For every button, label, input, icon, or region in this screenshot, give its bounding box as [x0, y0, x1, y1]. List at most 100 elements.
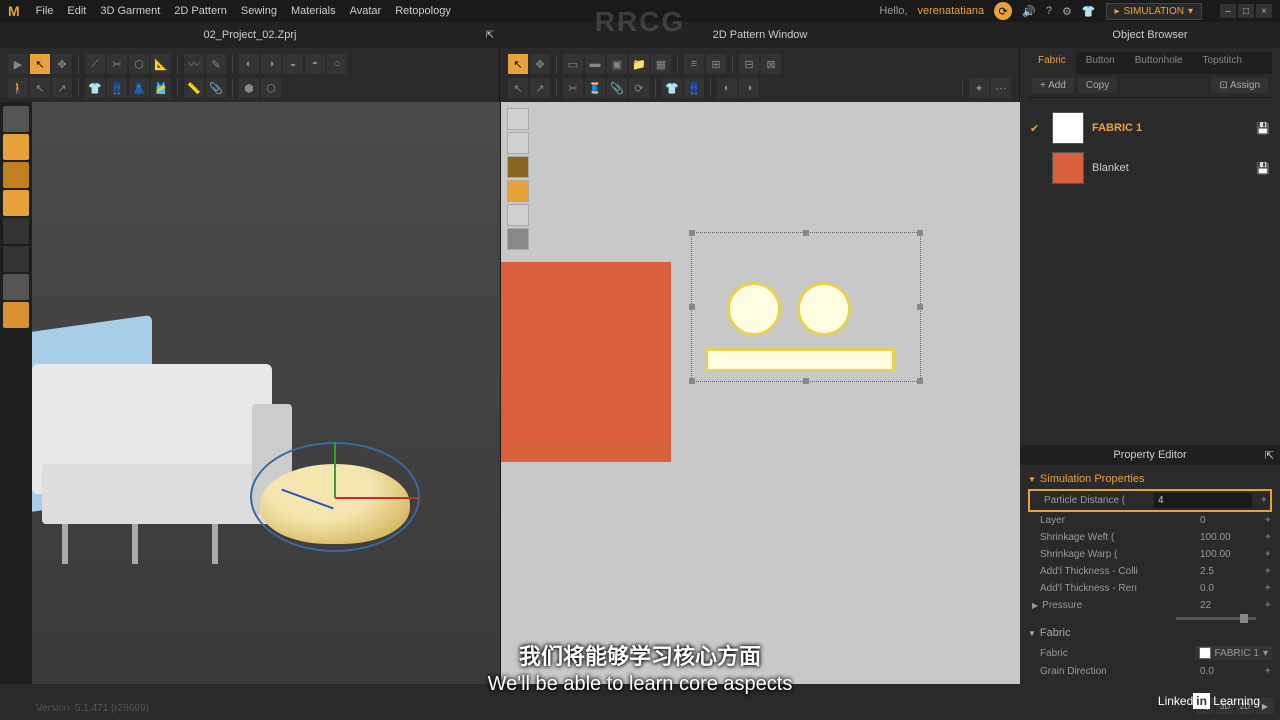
tool-icon[interactable]: [507, 156, 529, 178]
fabric-swatch[interactable]: [1052, 112, 1084, 144]
tool-icon[interactable]: 📐: [151, 54, 171, 74]
fabric-swatch[interactable]: [1052, 152, 1084, 184]
tool-icon[interactable]: ✥: [530, 54, 550, 74]
tool-folder-icon[interactable]: 📁: [629, 54, 649, 74]
minimize-button[interactable]: –: [1220, 4, 1236, 18]
tool-icon[interactable]: ▦: [651, 54, 671, 74]
prop-value[interactable]: 22: [1196, 600, 1256, 611]
tab-button[interactable]: Button: [1076, 52, 1125, 74]
menu-2d-pattern[interactable]: 2D Pattern: [174, 5, 227, 17]
viewport-2d[interactable]: [500, 102, 1020, 684]
tool-icon[interactable]: ✂: [563, 78, 583, 98]
tool-icon[interactable]: [507, 228, 529, 250]
section-fabric[interactable]: ▼Fabric: [1028, 623, 1272, 643]
tab-object-browser[interactable]: Object Browser: [1020, 22, 1280, 48]
menu-3d-garment[interactable]: 3D Garment: [100, 5, 160, 17]
maximize-button[interactable]: □: [1238, 4, 1254, 18]
tool-icon[interactable]: 🎽: [151, 78, 171, 98]
tool-icon[interactable]: 👖: [684, 78, 704, 98]
side-icon[interactable]: [3, 190, 29, 216]
side-icon[interactable]: [3, 218, 29, 244]
tab-fabric[interactable]: Fabric: [1028, 52, 1076, 74]
help-icon[interactable]: ?: [1046, 5, 1052, 17]
side-icon[interactable]: [3, 162, 29, 188]
menu-file[interactable]: File: [36, 5, 54, 17]
pattern-bar[interactable]: [705, 348, 895, 372]
volume-icon[interactable]: 🔊: [1022, 5, 1036, 18]
tool-play-icon[interactable]: ▶: [8, 54, 28, 74]
fabric-item[interactable]: ✔ FABRIC 1 💾: [1026, 108, 1274, 148]
axis-y[interactable]: [334, 442, 336, 498]
tool-icon[interactable]: ◐: [717, 78, 737, 98]
side-avatar-icon[interactable]: [3, 274, 29, 300]
tool-icon[interactable]: 👗: [129, 78, 149, 98]
prop-value[interactable]: 2.5: [1196, 566, 1256, 577]
tool-icon[interactable]: ✦: [969, 78, 989, 98]
tool-icon[interactable]: ↗: [530, 78, 550, 98]
prop-value[interactable]: 100.00: [1196, 549, 1256, 560]
tool-icon[interactable]: 📎: [206, 78, 226, 98]
reset-icon[interactable]: ✦: [1256, 515, 1272, 526]
add-button[interactable]: + Add: [1032, 78, 1074, 93]
tab-topstitch[interactable]: Topstitch: [1193, 52, 1252, 74]
tool-icon[interactable]: [507, 180, 529, 202]
tool-avatar-icon[interactable]: 🚶: [8, 78, 28, 98]
tool-icon[interactable]: ○: [327, 54, 347, 74]
tool-icon[interactable]: ⬢: [239, 78, 259, 98]
pattern-blanket[interactable]: [501, 262, 671, 462]
copy-button[interactable]: Copy: [1078, 78, 1117, 93]
tool-icon[interactable]: 〰: [184, 54, 204, 74]
axis-x[interactable]: [335, 497, 420, 499]
fabric-item[interactable]: Blanket 💾: [1026, 148, 1274, 188]
settings-icon[interactable]: ⚙: [1062, 5, 1072, 18]
tool-icon[interactable]: ↗: [52, 78, 72, 98]
tool-icon[interactable]: ✂: [107, 54, 127, 74]
menu-retopology[interactable]: Retopology: [395, 5, 451, 17]
menu-sewing[interactable]: Sewing: [241, 5, 277, 17]
prop-value[interactable]: 100.00: [1196, 532, 1256, 543]
tool-icon[interactable]: 📎: [607, 78, 627, 98]
pattern-circle-2[interactable]: [797, 282, 851, 336]
username[interactable]: verenatatiana: [917, 5, 984, 17]
tool-select-icon[interactable]: ↖: [30, 54, 50, 74]
assign-button[interactable]: ⊡ Assign: [1211, 78, 1268, 93]
save-icon[interactable]: 💾: [1256, 162, 1270, 175]
tool-icon[interactable]: ◒: [283, 54, 303, 74]
tool-icon[interactable]: 👕: [85, 78, 105, 98]
tool-icon[interactable]: [507, 132, 529, 154]
tool-icon[interactable]: [507, 204, 529, 226]
tool-icon[interactable]: ◐: [239, 54, 259, 74]
menu-avatar[interactable]: Avatar: [350, 5, 382, 17]
section-simulation[interactable]: ▼Simulation Properties: [1028, 469, 1272, 489]
tab-2d-window[interactable]: 2D Pattern Window: [500, 22, 1020, 48]
side-garment-icon[interactable]: [3, 106, 29, 132]
tool-icon[interactable]: 🧵: [585, 78, 605, 98]
menu-edit[interactable]: Edit: [67, 5, 86, 17]
hanger-icon[interactable]: 👕: [1082, 5, 1096, 18]
tool-icon[interactable]: ▣: [607, 54, 627, 74]
popout-icon[interactable]: ⇱: [1265, 449, 1274, 462]
tool-icon[interactable]: 👕: [662, 78, 682, 98]
reset-icon[interactable]: ✦: [1256, 549, 1272, 560]
pressure-slider[interactable]: [1176, 617, 1256, 620]
reset-icon[interactable]: ✦: [1256, 583, 1272, 594]
tool-grid-icon[interactable]: ⊟: [739, 54, 759, 74]
tool-icon[interactable]: ⊠: [761, 54, 781, 74]
tool-icon[interactable]: [507, 108, 529, 130]
reset-icon[interactable]: ✦: [1256, 532, 1272, 543]
prop-value[interactable]: 0.0: [1196, 583, 1256, 594]
tool-select-2d-icon[interactable]: ↖: [508, 54, 528, 74]
tool-icon[interactable]: ✎: [206, 54, 226, 74]
sync-icon[interactable]: ⟳: [994, 2, 1012, 20]
tool-icon[interactable]: ↖: [508, 78, 528, 98]
tool-icon[interactable]: ⬡: [129, 54, 149, 74]
tool-icon[interactable]: ⟋: [85, 54, 105, 74]
side-active-icon[interactable]: [3, 134, 29, 160]
reset-icon[interactable]: ✦: [1256, 566, 1272, 577]
prop-label[interactable]: Pressure: [1038, 600, 1196, 611]
tool-icon[interactable]: ≡: [684, 54, 704, 74]
fabric-select[interactable]: FABRIC 1 ▾: [1195, 646, 1273, 660]
save-icon[interactable]: 💾: [1256, 122, 1270, 135]
viewport-3d[interactable]: [32, 102, 500, 684]
tool-icon[interactable]: ◓: [305, 54, 325, 74]
